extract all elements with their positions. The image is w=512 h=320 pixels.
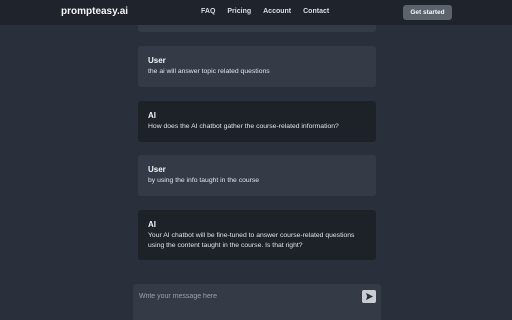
user-message-card: User the ai will answer topic related qu… <box>138 46 376 87</box>
send-button[interactable] <box>362 290 376 303</box>
message-text: by using the info taught in the course <box>148 177 260 184</box>
send-icon <box>365 292 373 301</box>
message-text: the ai will answer topic related questio… <box>148 68 270 75</box>
message-role: User <box>148 165 166 174</box>
nav-link-account[interactable]: Account <box>263 8 291 15</box>
message-composer <box>133 284 381 320</box>
previous-message-card <box>138 25 376 32</box>
message-input[interactable] <box>139 290 339 302</box>
message-text: How does the AI chatbot gather the cours… <box>148 123 339 130</box>
get-started-button[interactable]: Get started <box>403 5 452 20</box>
user-message-card: User by using the info taught in the cou… <box>138 155 376 196</box>
message-role: User <box>148 56 166 65</box>
top-navbar: prompteasy.ai FAQ Pricing Account Contac… <box>0 0 512 25</box>
nav-links: FAQ Pricing Account Contact <box>201 8 329 15</box>
ai-message-card: AI Your AI chatbot will be fine-tuned to… <box>138 210 376 260</box>
nav-link-faq[interactable]: FAQ <box>201 8 215 15</box>
message-role: AI <box>148 111 156 120</box>
logo[interactable]: prompteasy.ai <box>61 6 128 17</box>
message-text: Your AI chatbot will be fine-tuned to an… <box>148 232 355 249</box>
message-role: AI <box>148 220 156 229</box>
ai-message-card: AI How does the AI chatbot gather the co… <box>138 101 376 142</box>
nav-link-pricing[interactable]: Pricing <box>227 8 251 15</box>
nav-link-contact[interactable]: Contact <box>303 8 329 15</box>
